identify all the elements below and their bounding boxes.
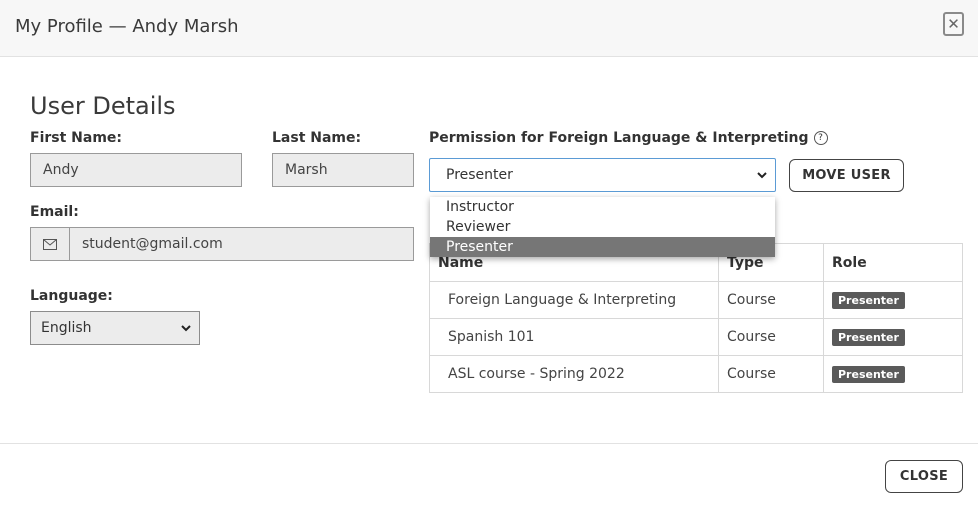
table-row: Spanish 101 Course Presenter: [429, 318, 963, 356]
email-field[interactable]: student@gmail.com: [30, 227, 414, 261]
language-value: English: [41, 320, 92, 336]
language-label: Language:: [30, 288, 113, 304]
table-row: Foreign Language & Interpreting Course P…: [429, 281, 963, 319]
chevron-down-icon: [181, 320, 191, 336]
email-value: student@gmail.com: [82, 236, 223, 252]
dropdown-option-presenter[interactable]: Presenter: [430, 237, 775, 257]
close-icon[interactable]: ✕: [943, 12, 964, 36]
section-title: User Details: [30, 92, 176, 120]
table-row: ASL course - Spring 2022 Course Presente…: [429, 355, 963, 393]
role-badge: Presenter: [832, 365, 905, 383]
dropdown-option-reviewer[interactable]: Reviewer: [430, 217, 775, 237]
chevron-down-icon: [757, 167, 767, 183]
cell-name: Foreign Language & Interpreting: [429, 281, 719, 319]
permission-label: Permission for Foreign Language & Interp…: [429, 130, 828, 146]
profile-modal: My Profile — Andy Marsh ✕ User Details F…: [0, 0, 978, 507]
role-badge: Presenter: [832, 291, 905, 309]
permission-selected-value: Presenter: [446, 167, 513, 183]
modal-title: My Profile — Andy Marsh: [15, 16, 239, 37]
move-user-button[interactable]: MOVE USER: [789, 159, 904, 192]
dropdown-option-instructor[interactable]: Instructor: [430, 197, 775, 217]
first-name-field[interactable]: Andy: [30, 153, 242, 187]
modal-footer: CLOSE: [0, 443, 978, 507]
last-name-label: Last Name:: [272, 130, 362, 146]
first-name-label: First Name:: [30, 130, 123, 146]
cell-name: Spanish 101: [429, 318, 719, 356]
last-name-field[interactable]: Marsh: [272, 153, 414, 187]
permission-label-text: Permission for Foreign Language & Interp…: [429, 130, 809, 146]
permission-dropdown-list: Instructor Reviewer Presenter: [430, 197, 775, 257]
cell-name: ASL course - Spring 2022: [429, 355, 719, 393]
permission-select[interactable]: Presenter: [429, 158, 776, 192]
modal-header: My Profile — Andy Marsh ✕: [0, 0, 978, 57]
course-table: Name Type Role Foreign Language & Interp…: [429, 243, 963, 393]
language-select[interactable]: English: [30, 311, 200, 345]
cell-type: Course: [718, 355, 824, 393]
cell-type: Course: [718, 318, 824, 356]
cell-type: Course: [718, 281, 824, 319]
email-label: Email:: [30, 204, 79, 220]
help-icon[interactable]: ?: [813, 131, 828, 145]
close-button[interactable]: CLOSE: [885, 460, 963, 493]
envelope-icon: [31, 228, 70, 260]
role-badge: Presenter: [832, 328, 905, 346]
column-header-role[interactable]: Role: [823, 243, 963, 282]
